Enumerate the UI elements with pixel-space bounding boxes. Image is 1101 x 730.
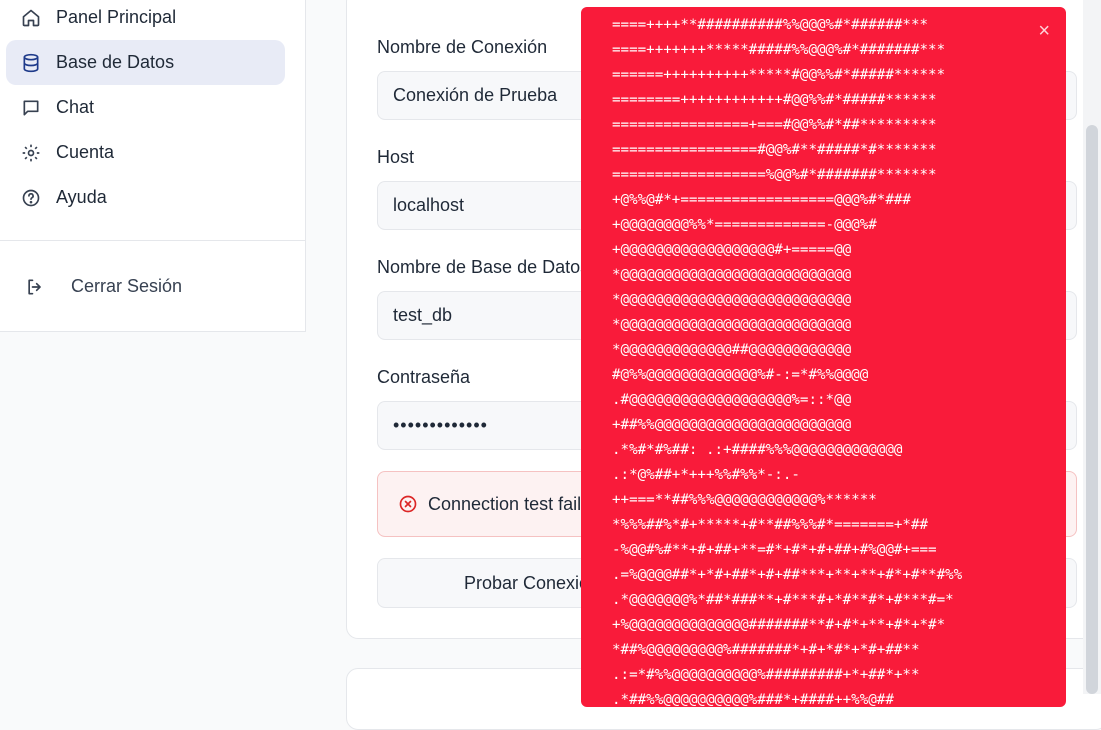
sidebar-item-label: Base de Datos <box>56 52 175 72</box>
ascii-art-text: ====++++**##########%%@@@%#*######*** ==… <box>612 17 963 707</box>
database-icon <box>20 52 42 74</box>
sidebar-divider <box>0 240 305 241</box>
sidebar-item-ayuda[interactable]: Ayuda <box>6 175 285 220</box>
sidebar-item-label: Panel Principal <box>56 7 177 27</box>
sidebar: Panel Principal Base de Datos Chat Cuent… <box>0 0 306 332</box>
sidebar-item-cuenta[interactable]: Cuenta <box>6 130 285 175</box>
database-name-label: Nombre de Base de Datos <box>377 257 590 277</box>
sidebar-item-panel-principal[interactable]: Panel Principal <box>6 0 285 40</box>
sidebar-item-base-de-datos[interactable]: Base de Datos <box>6 40 285 85</box>
sidebar-item-chat[interactable]: Chat <box>6 85 285 130</box>
gear-icon <box>20 142 42 164</box>
connection-name-label: Nombre de Conexión <box>377 37 548 57</box>
chat-icon <box>20 97 42 119</box>
test-connection-label: Probar Conexión <box>464 573 600 593</box>
sidebar-item-label: Ayuda <box>56 187 107 207</box>
close-icon[interactable]: × <box>1038 21 1050 41</box>
sidebar-item-label: Chat <box>56 97 95 117</box>
ascii-art-toast: ====++++**##########%%@@@%#*######*** ==… <box>581 7 1066 707</box>
home-icon <box>20 7 42 29</box>
error-message: Connection test failed <box>428 493 602 514</box>
error-circle-icon <box>398 494 418 514</box>
logout-button[interactable]: Cerrar Sesión <box>6 264 285 309</box>
host-label: Host <box>377 147 415 167</box>
logout-label: Cerrar Sesión <box>71 276 183 296</box>
scrollbar-thumb[interactable] <box>1086 125 1098 694</box>
password-label: Contraseña <box>377 367 471 387</box>
sidebar-item-label: Cuenta <box>56 142 115 162</box>
help-icon <box>20 187 42 209</box>
logout-icon <box>24 276 46 298</box>
